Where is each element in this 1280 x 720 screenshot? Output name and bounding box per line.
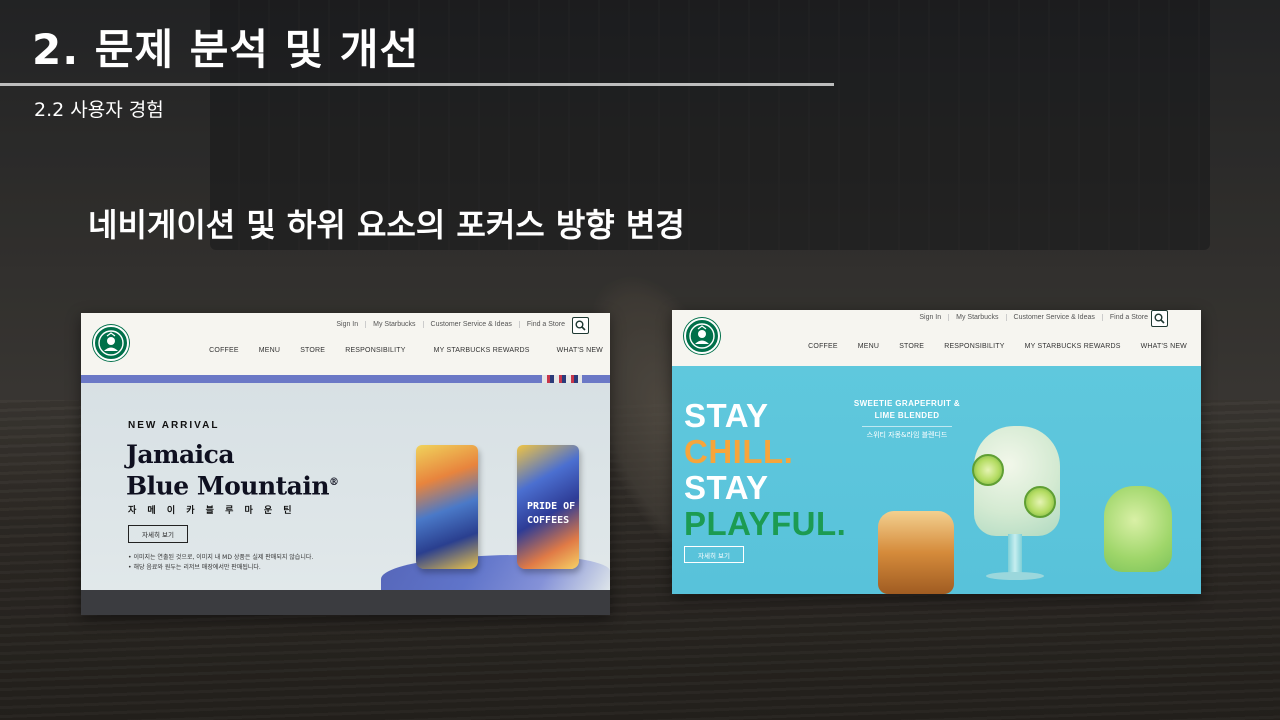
util-link-find-store[interactable]: Find a Store bbox=[518, 321, 572, 328]
product-name-korean: 자 메 이 카 블 루 마 운 틴 bbox=[128, 506, 296, 516]
util-link-customer-service[interactable]: Customer Service & Ideas bbox=[422, 321, 519, 328]
util-link-my-starbucks[interactable]: My Starbucks bbox=[365, 321, 422, 328]
lime-slice bbox=[972, 454, 1004, 486]
menu-name-en-line2: LIME BLENDED bbox=[874, 411, 940, 420]
screenshot-after: Sign In My Starbucks Customer Service & … bbox=[672, 310, 1201, 594]
screenshot-before: Sign In My Starbucks Customer Service & … bbox=[81, 313, 610, 615]
nav-rewards[interactable]: MY STARBUCKS REWARDS bbox=[434, 347, 530, 354]
product-name-line1: Jamaica bbox=[126, 440, 235, 469]
slogan-line-2: CHILL. bbox=[684, 433, 794, 470]
product-name: Jamaica Blue Mountain® bbox=[126, 441, 339, 500]
starbucks-logo-icon[interactable] bbox=[684, 318, 720, 354]
slide-subtitle: 2.2 사용자 경험 bbox=[34, 99, 164, 121]
hero-floor bbox=[81, 590, 610, 615]
nav-store[interactable]: STORE bbox=[899, 343, 924, 350]
main-nav: COFFEE MENU STORE RESPONSIBILITY MY STAR… bbox=[788, 343, 1187, 350]
nav-coffee[interactable]: COFFEE bbox=[209, 347, 239, 354]
cup-text-line2: COFFEES bbox=[527, 515, 570, 526]
util-link-my-starbucks[interactable]: My Starbucks bbox=[948, 314, 1005, 321]
util-link-sign-in[interactable]: Sign In bbox=[329, 321, 365, 328]
drink-melon-blended bbox=[1104, 486, 1172, 572]
registered-mark: ® bbox=[329, 477, 339, 488]
product-cups-image: PRIDE OF COFFEES bbox=[381, 445, 610, 595]
lime-slice bbox=[1024, 486, 1056, 518]
menu-name-english: SWEETIE GRAPEFRUIT & LIME BLENDED bbox=[852, 398, 962, 422]
menu-name-divider bbox=[862, 426, 952, 427]
nav-responsibility[interactable]: RESPONSIBILITY bbox=[944, 343, 1004, 350]
menu-name-en-line1: SWEETIE GRAPEFRUIT & bbox=[853, 399, 961, 408]
slogan: STAY CHILL. STAY PLAYFUL. bbox=[684, 398, 846, 542]
nav-whats-new[interactable]: WHAT'S NEW bbox=[557, 347, 603, 354]
slogan-line-4: PLAYFUL. bbox=[684, 505, 847, 542]
note-line-2: • 해당 음료와 원두는 리저브 매장에서만 판매됩니다. bbox=[128, 564, 261, 571]
title-divider bbox=[0, 83, 834, 86]
utility-links: Sign In My Starbucks Customer Service & … bbox=[329, 321, 572, 328]
site-header: Sign In My Starbucks Customer Service & … bbox=[81, 313, 610, 375]
menu-name-korean: 스위티 자몽&라임 블렌디드 bbox=[866, 431, 948, 439]
nav-rewards[interactable]: MY STARBUCKS REWARDS bbox=[1025, 343, 1121, 350]
detail-button[interactable]: 자세히 보기 bbox=[128, 525, 188, 543]
product-notes: • 이미지는 연출된 것으로, 이미지 내 MD 상품은 실제 판매되지 않습니… bbox=[128, 553, 313, 573]
glass-base bbox=[986, 572, 1044, 580]
nav-menu[interactable]: MENU bbox=[259, 347, 280, 354]
note-line-1: • 이미지는 연출된 것으로, 이미지 내 MD 상품은 실제 판매되지 않습니… bbox=[128, 554, 314, 561]
cup-text-line1: PRIDE OF bbox=[527, 501, 576, 512]
section-heading: 네비게이션 및 하위 요소의 포커스 방향 변경 bbox=[88, 206, 685, 244]
cup-text: PRIDE OF COFFEES bbox=[527, 500, 575, 528]
nav-menu[interactable]: MENU bbox=[858, 343, 879, 350]
hero-banner: STAY CHILL. STAY PLAYFUL. 자세히 보기 SWEETIE… bbox=[672, 366, 1201, 594]
starbucks-logo-icon[interactable] bbox=[93, 325, 129, 361]
util-link-find-store[interactable]: Find a Store bbox=[1101, 314, 1155, 321]
nav-coffee[interactable]: COFFEE bbox=[808, 343, 838, 350]
glass-stem bbox=[1008, 534, 1022, 574]
new-arrival-label: NEW ARRIVAL bbox=[128, 420, 220, 431]
product-name-line2: Blue Mountain bbox=[126, 471, 330, 501]
util-link-customer-service[interactable]: Customer Service & Ideas bbox=[1005, 314, 1102, 321]
drink-iced-coffee bbox=[878, 511, 954, 594]
detail-button[interactable]: 자세히 보기 bbox=[684, 546, 744, 563]
search-icon[interactable] bbox=[1151, 310, 1168, 327]
hero-banner: NEW ARRIVAL Jamaica Blue Mountain® 자 메 이… bbox=[81, 375, 610, 615]
tumbler-right: PRIDE OF COFFEES bbox=[517, 445, 579, 569]
nav-color-band bbox=[81, 375, 610, 383]
tumbler-left bbox=[416, 445, 478, 569]
nav-store[interactable]: STORE bbox=[300, 347, 325, 354]
utility-links: Sign In My Starbucks Customer Service & … bbox=[912, 314, 1155, 321]
slide-title: 2. 문제 분석 및 개선 bbox=[32, 25, 420, 74]
nav-responsibility[interactable]: RESPONSIBILITY bbox=[345, 347, 405, 354]
site-header: Sign In My Starbucks Customer Service & … bbox=[672, 310, 1201, 366]
slogan-line-3: STAY bbox=[684, 469, 769, 506]
slogan-line-1: STAY bbox=[684, 397, 769, 434]
main-nav: COFFEE MENU STORE RESPONSIBILITY MY STAR… bbox=[189, 347, 603, 354]
nav-whats-new[interactable]: WHAT'S NEW bbox=[1141, 343, 1187, 350]
flag-decoration bbox=[542, 375, 582, 383]
search-icon[interactable] bbox=[572, 317, 589, 334]
util-link-sign-in[interactable]: Sign In bbox=[912, 314, 948, 321]
